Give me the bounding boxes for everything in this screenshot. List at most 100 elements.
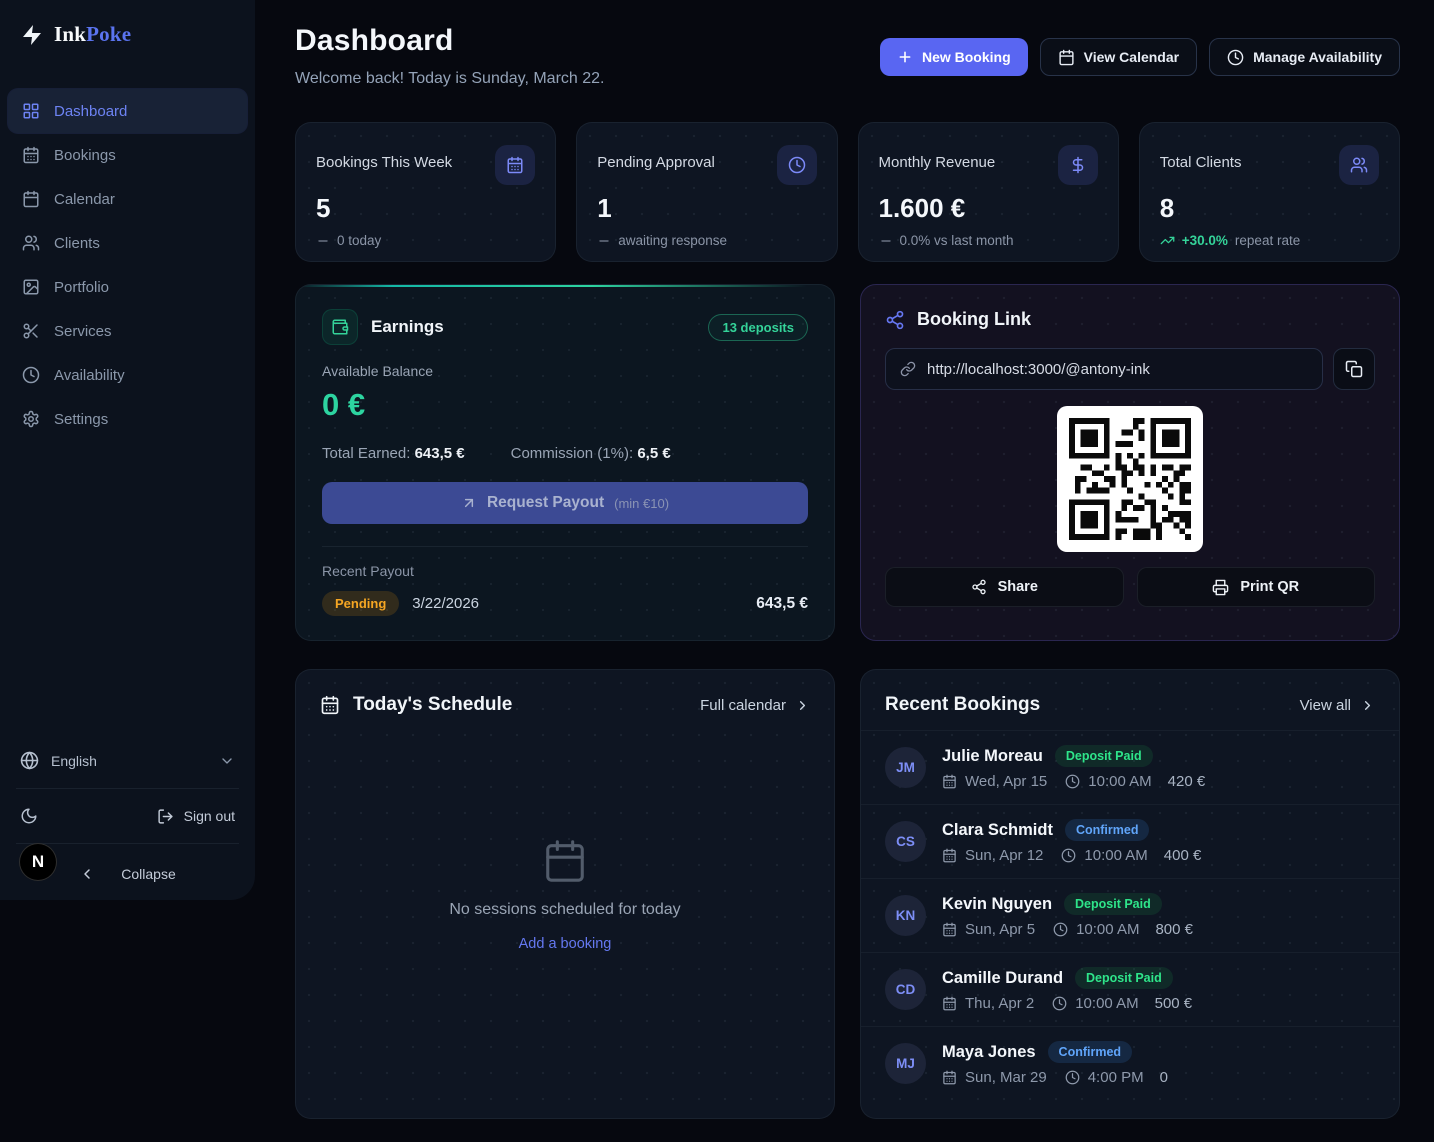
avatar: CS bbox=[885, 821, 926, 862]
sidebar-item-portfolio[interactable]: Portfolio bbox=[8, 265, 247, 309]
stat-card: Monthly Revenue1.600 €0.0% vs last month bbox=[858, 122, 1119, 262]
manage-availability-button[interactable]: Manage Availability bbox=[1209, 38, 1400, 76]
sidebar-nav: DashboardBookingsCalendar Clients Portfoli… bbox=[0, 89, 255, 441]
new-booking-button[interactable]: New Booking bbox=[880, 38, 1028, 76]
booking-link-input[interactable]: http://localhost:3000/@antony-ink bbox=[885, 348, 1323, 390]
share-button[interactable]: Share bbox=[885, 567, 1124, 607]
globe-icon bbox=[20, 751, 39, 770]
booking-row[interactable]: KNKevin NguyenDeposit PaidSun, Apr 510:0… bbox=[861, 878, 1399, 952]
payout-date: 3/22/2026 bbox=[412, 595, 479, 612]
booking-link-title: Booking Link bbox=[917, 309, 1031, 330]
view-all-link[interactable]: View all bbox=[1300, 697, 1375, 714]
request-payout-button[interactable]: Request Payout (min €10) bbox=[322, 482, 808, 524]
booking-time: 10:00 AM bbox=[1075, 995, 1138, 1012]
page-subtitle: Welcome back! Today is Sunday, March 22. bbox=[295, 70, 604, 88]
chevron-left-icon bbox=[79, 866, 95, 882]
sidebar-item-settings[interactable]: Settings bbox=[8, 397, 247, 441]
status-badge: Deposit Paid bbox=[1075, 967, 1173, 989]
booking-date: Sun, Mar 29 bbox=[965, 1069, 1047, 1086]
settings-icon bbox=[22, 410, 40, 428]
add-booking-link[interactable]: Add a booking bbox=[519, 936, 612, 952]
sidebar-item-dashboard[interactable]: Dashboard bbox=[8, 89, 247, 133]
avatar: CD bbox=[885, 969, 926, 1010]
stat-label: Total Clients bbox=[1160, 145, 1242, 171]
plus-icon bbox=[897, 49, 913, 65]
stat-change-highlight: +30.0% bbox=[1182, 233, 1228, 248]
moon-icon[interactable] bbox=[20, 807, 38, 825]
sidebar-item-label: Clients bbox=[54, 235, 100, 252]
stat-value: 5 bbox=[316, 193, 535, 224]
booking-time: 10:00 AM bbox=[1076, 921, 1139, 938]
status-badge: Deposit Paid bbox=[1064, 893, 1162, 915]
sidebar-item-availability[interactable]: Availability bbox=[8, 353, 247, 397]
avatar: MJ bbox=[885, 1043, 926, 1084]
brand-logo: InkPoke bbox=[0, 0, 255, 65]
session-row: Sign out bbox=[0, 799, 255, 833]
booking-row[interactable]: CDCamille DurandDeposit PaidThu, Apr 210… bbox=[861, 952, 1399, 1026]
total-earned: Total Earned: 643,5 € bbox=[322, 445, 465, 462]
qr-code bbox=[1057, 406, 1203, 552]
client-name: Clara Schmidt bbox=[942, 821, 1053, 840]
deposits-badge: 13 deposits bbox=[708, 314, 808, 341]
clock-icon bbox=[22, 366, 40, 384]
brand-name: InkPoke bbox=[54, 22, 131, 47]
booking-date: Sun, Apr 12 bbox=[965, 847, 1043, 864]
users-icon bbox=[22, 234, 40, 252]
language-selector[interactable]: English bbox=[0, 743, 255, 778]
divider bbox=[322, 546, 808, 547]
page-title: Dashboard bbox=[295, 24, 604, 58]
payout-row: Pending 3/22/2026 643,5 € bbox=[322, 591, 808, 616]
stat-card: Total Clients 8 +30.0%repeat rate bbox=[1139, 122, 1400, 262]
stat-label: Pending Approval bbox=[597, 145, 715, 171]
trending-up-icon bbox=[1160, 233, 1175, 248]
share-icon bbox=[885, 310, 905, 330]
wallet-icon bbox=[322, 309, 358, 345]
client-name: Julie Moreau bbox=[942, 747, 1043, 766]
minus-icon bbox=[316, 234, 330, 248]
booking-link-card: Booking Link http://localhost:3000/@anto… bbox=[860, 284, 1400, 641]
stat-change: +30.0%repeat rate bbox=[1160, 233, 1379, 248]
image-icon bbox=[22, 278, 40, 296]
stat-value: 1 bbox=[597, 193, 816, 224]
booking-amount: 800 € bbox=[1155, 921, 1193, 938]
earnings-card: Earnings 13 deposits Available Balance 0… bbox=[295, 284, 835, 641]
chevron-down-icon bbox=[219, 753, 235, 769]
client-name: Maya Jones bbox=[942, 1043, 1036, 1062]
booking-row[interactable]: JMJulie MoreauDeposit PaidWed, Apr 1510:… bbox=[861, 730, 1399, 804]
sidebar-item-services[interactable]: Services bbox=[8, 309, 247, 353]
print-qr-button[interactable]: Print QR bbox=[1137, 567, 1376, 607]
sidebar-item-calendar[interactable]: Calendar bbox=[8, 177, 247, 221]
booking-row[interactable]: MJMaya JonesConfirmedSun, Mar 294:00 PM0 bbox=[861, 1026, 1399, 1100]
stat-change: 0 today bbox=[316, 233, 535, 248]
schedule-empty-state: No sessions scheduled for today Add a bo… bbox=[320, 696, 810, 1094]
booking-date: Wed, Apr 15 bbox=[965, 773, 1047, 790]
link-icon bbox=[900, 361, 916, 377]
booking-time: 4:00 PM bbox=[1088, 1069, 1144, 1086]
booking-row[interactable]: CSClara SchmidtConfirmedSun, Apr 1210:00… bbox=[861, 804, 1399, 878]
bookings-list: JMJulie MoreauDeposit PaidWed, Apr 1510:… bbox=[861, 730, 1399, 1100]
clock-icon bbox=[1052, 996, 1067, 1011]
status-badge: Confirmed bbox=[1048, 1041, 1133, 1063]
client-name: Kevin Nguyen bbox=[942, 895, 1052, 914]
stat-value: 8 bbox=[1160, 193, 1379, 224]
log-out-icon bbox=[157, 808, 174, 825]
page-header: Dashboard Welcome back! Today is Sunday,… bbox=[295, 24, 1400, 88]
clock-icon bbox=[1053, 922, 1068, 937]
booking-time: 10:00 AM bbox=[1088, 773, 1151, 790]
stats-row: Bookings This Week50 todayPending Approv… bbox=[295, 122, 1400, 262]
calendar-days-icon bbox=[22, 146, 40, 164]
sign-out-button[interactable]: Sign out bbox=[157, 808, 235, 825]
calendar-icon bbox=[942, 848, 957, 863]
arrow-up-right-icon bbox=[461, 495, 477, 511]
nextjs-dev-indicator[interactable]: N bbox=[19, 843, 57, 881]
sidebar-item-clients[interactable]: Clients bbox=[8, 221, 247, 265]
view-calendar-button[interactable]: View Calendar bbox=[1040, 38, 1197, 76]
earnings-title: Earnings bbox=[371, 317, 444, 337]
sidebar-item-bookings[interactable]: Bookings bbox=[8, 133, 247, 177]
header-actions: New Booking View Calendar Manage Availab… bbox=[880, 38, 1400, 76]
calendar-icon bbox=[942, 774, 957, 789]
balance-value: 0 € bbox=[322, 387, 808, 423]
divider bbox=[16, 788, 239, 789]
copy-link-button[interactable] bbox=[1333, 348, 1375, 390]
recent-payout-label: Recent Payout bbox=[322, 563, 808, 579]
